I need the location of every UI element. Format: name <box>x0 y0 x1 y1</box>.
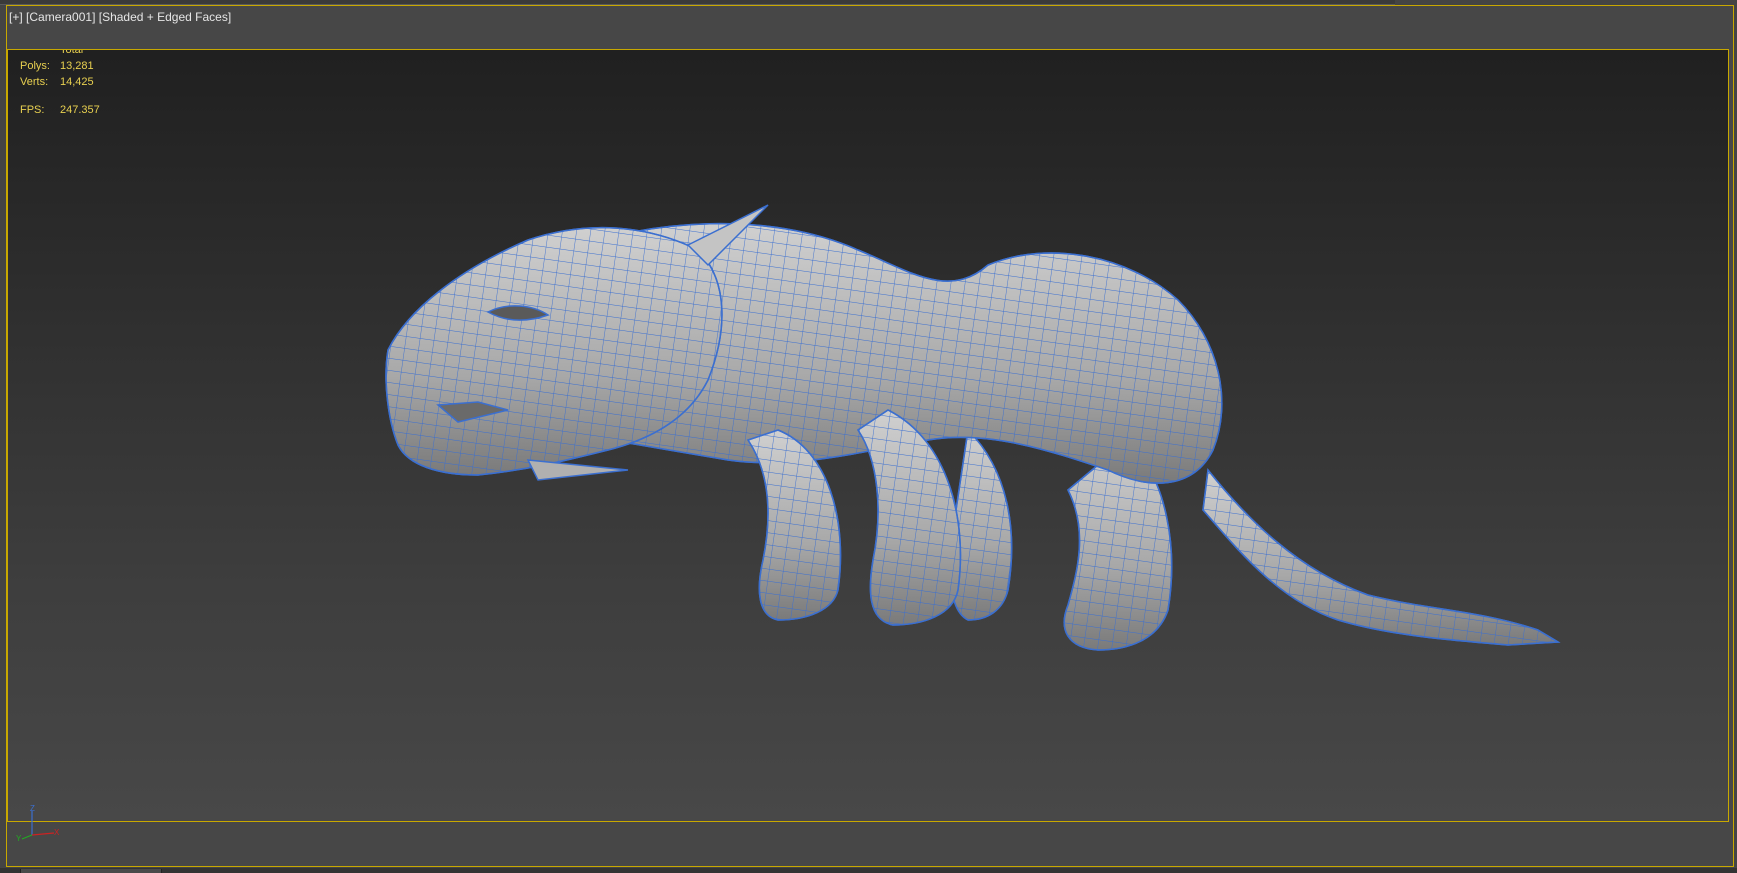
panther-silhouette <box>385 204 1561 651</box>
axis-y-label: Y <box>16 834 22 843</box>
stats-header: Total <box>60 49 84 56</box>
polys-value: 13,281 <box>60 60 94 72</box>
fps-label: FPS: <box>20 104 45 116</box>
bottom-strip <box>0 868 1737 873</box>
bottom-tab[interactable] <box>20 869 162 873</box>
verts-value: 14,425 <box>60 76 94 88</box>
axis-x-label: X <box>54 828 60 837</box>
axis-z-label: Z <box>30 805 35 813</box>
viewport-general-menu[interactable]: [+] <box>9 10 23 24</box>
viewport-shading-menu[interactable]: [Shaded + Edged Faces] <box>99 10 231 24</box>
polys-label: Polys: <box>20 60 50 72</box>
viewport-statistics: Total Polys: 13,281 Verts: 14,425 FPS: 247.… <box>20 49 100 118</box>
viewport-label: [+] [Camera001] [Shaded + Edged Faces] <box>9 10 231 24</box>
verts-label: Verts: <box>20 76 49 88</box>
world-axis-tripod-icon: Z X Y <box>16 805 60 843</box>
viewport-camera-menu[interactable]: [Camera001] <box>26 10 95 24</box>
viewport-canvas[interactable]: Total Polys: 13,281 Verts: 14,425 FPS: 247.… <box>7 49 1729 822</box>
fps-value: 247.357 <box>60 104 100 116</box>
panther-model[interactable] <box>8 50 1729 822</box>
